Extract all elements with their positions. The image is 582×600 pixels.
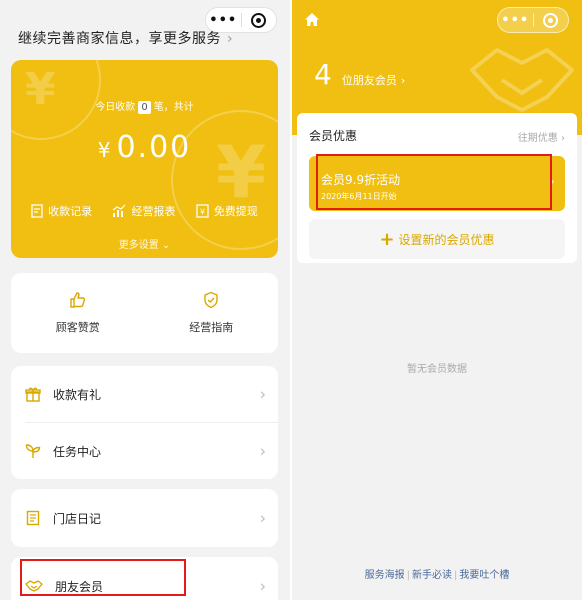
plus-icon: + [379, 228, 395, 250]
currency-symbol: ¥ [97, 138, 113, 162]
member-benefits-title: 会员优惠 [309, 129, 358, 143]
target-icon [543, 12, 559, 28]
svg-text:¥: ¥ [200, 208, 205, 217]
task-center-label: 任务中心 [53, 444, 102, 459]
footer-links: 服务海报 | 新手必读 | 我要吐个槽 [292, 566, 582, 581]
gift-icon [25, 387, 41, 402]
chevron-right-icon: › [259, 384, 266, 404]
more-settings-label: 更多设置 [118, 240, 159, 251]
chevron-right-icon: › [259, 441, 266, 461]
amount-value: 0.00 [116, 130, 192, 165]
withdraw-icon: ¥ [196, 204, 209, 218]
chevron-right-icon: › [259, 508, 266, 528]
close-program-button[interactable] [534, 12, 569, 28]
chevron-down-icon: ⌄ [161, 240, 171, 251]
more-menu-button[interactable]: ••• [206, 13, 241, 28]
merchant-home-screen: ••• 继续完善商家信息，享更多服务 › ¥ ¥ 今日收款 0 笔，共计 ¥0.00 [0, 0, 290, 600]
store-diary-card: 门店日记 › [11, 489, 278, 547]
member-count-unit: 位朋友会员 [341, 74, 397, 87]
more-settings-toggle[interactable]: 更多设置 ⌄ [11, 236, 278, 251]
list-item-task-center[interactable]: 任务中心 › [11, 423, 278, 479]
notebook-icon [26, 510, 40, 526]
service-poster-link[interactable]: 服务海报 [365, 570, 405, 581]
free-withdraw-button[interactable]: ¥ 免费提现 [196, 203, 258, 219]
member-count-value: 4 [314, 58, 332, 91]
empty-state-text: 暂无会员数据 [407, 364, 467, 375]
store-diary-label: 门店日记 [53, 511, 102, 526]
highlight-box-friend-member [20, 559, 186, 596]
quick-entry-card: 顾客赞赏 经营指南 [11, 273, 278, 353]
link-separator: | [454, 570, 458, 581]
mini-program-capsule: ••• [497, 7, 569, 33]
home-button[interactable] [304, 12, 320, 31]
chart-icon [113, 204, 126, 217]
free-withdraw-label: 免费提现 [213, 205, 258, 218]
today-summary: 今日收款 0 笔，共计 [11, 98, 278, 114]
add-member-benefit-label: 设置新的会员优惠 [398, 232, 495, 247]
list-item-payment-gift[interactable]: 收款有礼 › [11, 366, 278, 422]
add-member-benefit-button[interactable]: + 设置新的会员优惠 [309, 219, 565, 259]
chevron-right-icon: › [400, 74, 406, 87]
today-label: 今日收款 [95, 102, 136, 113]
business-report-label: 经营报表 [131, 205, 176, 218]
payment-gift-label: 收款有礼 [53, 387, 102, 402]
handshake-watermark-icon [470, 48, 574, 112]
link-separator: | [406, 570, 410, 581]
chevron-right-icon: › [561, 133, 565, 144]
receipt-records-button[interactable]: 收款记录 [31, 203, 92, 219]
business-report-button[interactable]: 经营报表 [112, 203, 175, 219]
merchant-info-text: 继续完善商家信息，享更多服务 [18, 31, 221, 47]
list-item-store-diary[interactable]: 门店日记 › [11, 489, 278, 547]
past-benefits-link[interactable]: 往期优惠 › [518, 129, 565, 144]
beginner-guide-link[interactable]: 新手必读 [412, 570, 452, 581]
complete-merchant-info-link[interactable]: 继续完善商家信息，享更多服务 › [18, 28, 233, 48]
customer-tips-label: 顾客赞赏 [55, 321, 100, 334]
member-count-link[interactable]: 4 位朋友会员 › [314, 58, 405, 91]
business-guide-label: 经营指南 [189, 321, 234, 334]
home-icon [305, 13, 319, 26]
thumbs-up-icon [70, 292, 85, 308]
friend-member-screen: ••• 4 位朋友会员 › 会员优惠 往期优惠 › 会员9.9折活动 2020年… [292, 0, 582, 600]
sprout-icon [25, 444, 41, 458]
today-count-badge: 0 [138, 101, 151, 114]
highlight-box-promo [316, 154, 552, 210]
total-amount: ¥0.00 [11, 130, 278, 165]
today-suffix: 笔，共计 [153, 102, 194, 113]
customer-tips-button[interactable]: 顾客赞赏 [11, 273, 145, 353]
more-menu-button[interactable]: ••• [498, 13, 533, 28]
revenue-card: ¥ ¥ 今日收款 0 笔，共计 ¥0.00 收款记录 经营报表 ¥ 免费提现 更… [11, 60, 278, 258]
past-benefits-label: 往期优惠 [517, 133, 558, 144]
target-icon [251, 12, 267, 28]
services-card: 收款有礼 › 任务中心 › [11, 366, 278, 479]
close-program-button[interactable] [242, 12, 277, 28]
chevron-right-icon: › [259, 576, 266, 596]
feedback-link[interactable]: 我要吐个槽 [459, 570, 509, 581]
shield-check-icon [204, 291, 218, 309]
revenue-actions: 收款记录 经营报表 ¥ 免费提现 [11, 203, 278, 219]
receipt-icon [31, 204, 43, 218]
business-guide-button[interactable]: 经营指南 [145, 273, 279, 353]
receipt-records-label: 收款记录 [48, 205, 93, 218]
chevron-right-icon: › [227, 31, 234, 47]
